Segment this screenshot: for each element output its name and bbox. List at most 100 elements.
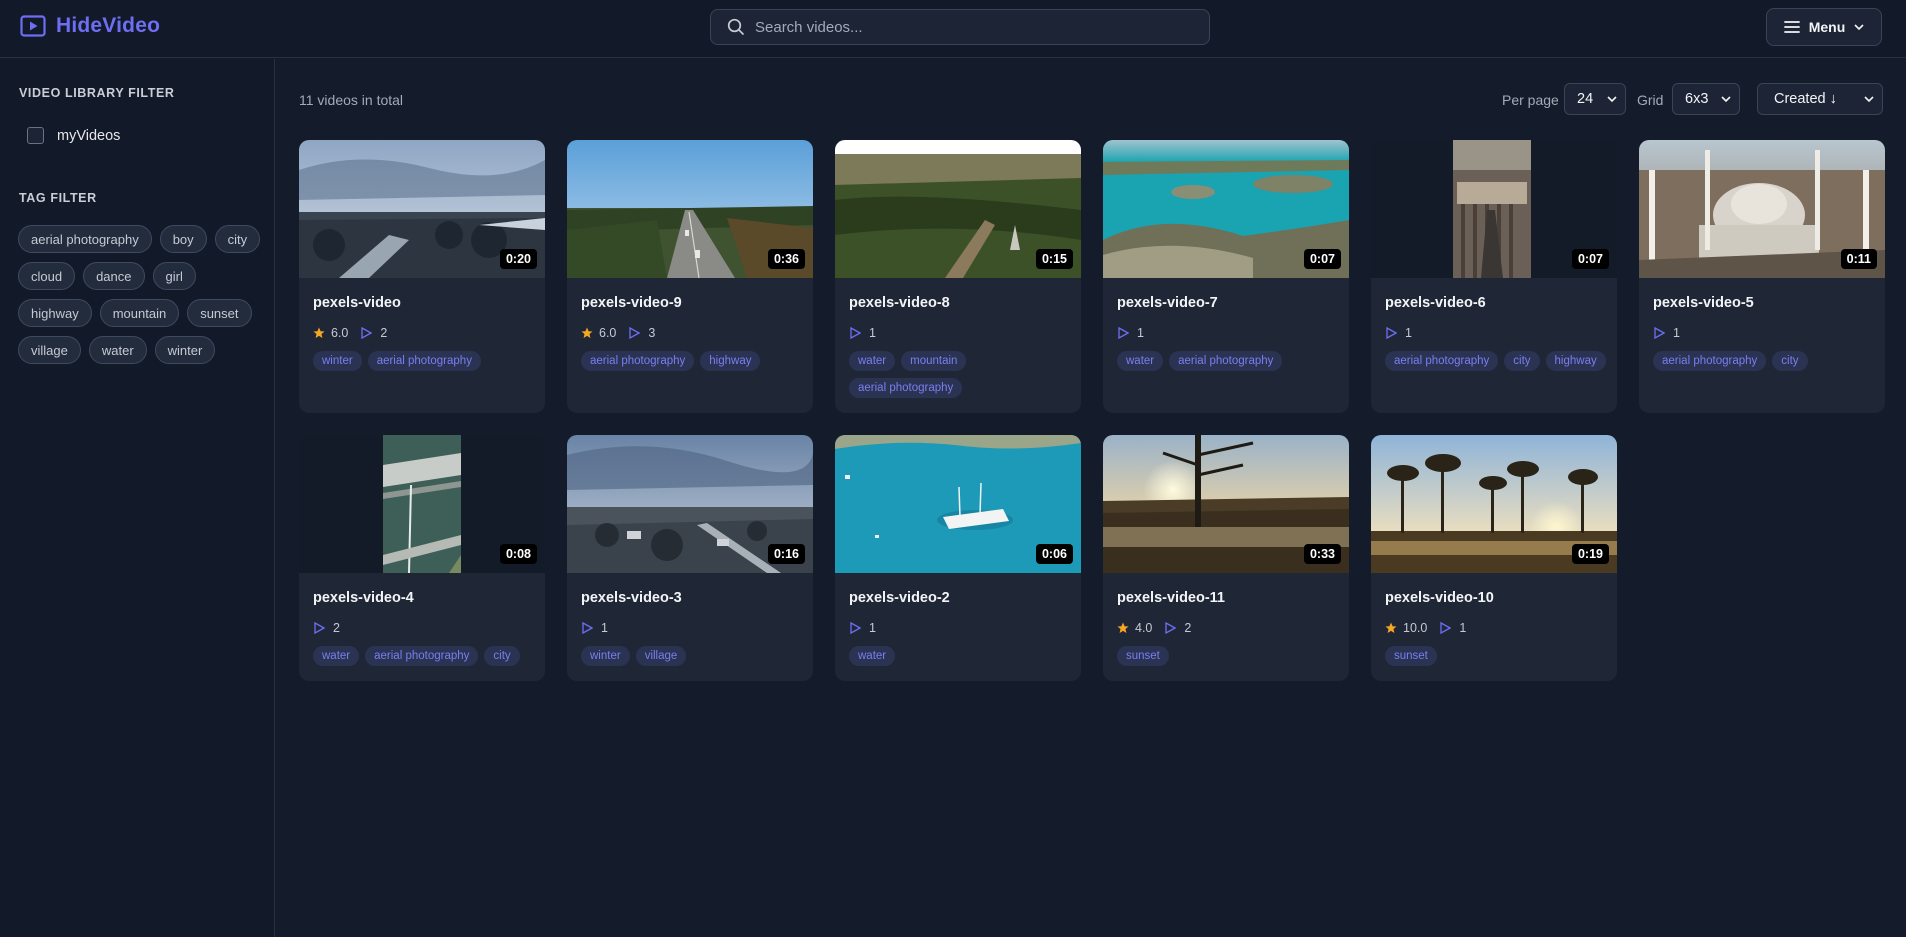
video-thumbnail[interactable]: 0:16 [567, 435, 813, 573]
video-tags: water [849, 646, 1071, 666]
video-tag[interactable]: highway [1545, 351, 1606, 371]
play-icon [314, 622, 325, 634]
per-page-select[interactable]: 24 [1564, 83, 1626, 115]
menu-label: Menu [1808, 19, 1846, 35]
grid-select[interactable]: 6x3 [1672, 83, 1740, 115]
video-tag[interactable]: winter [313, 351, 362, 371]
video-tag[interactable]: aerial photography [1169, 351, 1283, 371]
video-tag[interactable]: water [849, 646, 896, 666]
play-icon [850, 327, 861, 339]
play-count-value: 1 [1459, 621, 1467, 635]
video-tag[interactable]: village [635, 646, 687, 666]
tag-chip-girl[interactable]: girl [152, 262, 196, 290]
video-card[interactable]: 0:16 pexels-video-3 1 winter village [567, 435, 813, 681]
video-tag[interactable]: aerial photography [365, 646, 479, 666]
video-thumbnail[interactable]: 0:20 [299, 140, 545, 278]
video-title[interactable]: pexels-video-11 [1117, 590, 1225, 606]
play-icon [1165, 622, 1177, 634]
tag-chip-water[interactable]: water [88, 336, 147, 364]
chevron-down-icon [1607, 96, 1617, 103]
app-logo[interactable]: HideVideo [20, 14, 160, 38]
my-videos-filter[interactable]: myVideos [27, 127, 120, 144]
play-count: 1 [1439, 621, 1466, 635]
video-thumbnail[interactable]: 0:33 [1103, 435, 1349, 573]
video-duration: 0:07 [1571, 249, 1609, 269]
video-thumbnail[interactable]: 0:19 [1371, 435, 1617, 573]
video-title[interactable]: pexels-video-2 [849, 590, 950, 606]
video-card[interactable]: 0:36 pexels-video-9 6.0 3 aerial photogr… [567, 140, 813, 413]
video-tag[interactable]: sunset [1117, 646, 1169, 666]
video-title[interactable]: pexels-video [313, 295, 401, 311]
play-icon [361, 327, 373, 339]
video-title[interactable]: pexels-video-5 [1653, 295, 1754, 311]
video-tag[interactable]: highway [700, 351, 761, 371]
video-card[interactable]: 0:33 pexels-video-11 4.0 2 sunset [1103, 435, 1349, 681]
video-thumbnail[interactable]: 0:06 [835, 435, 1081, 573]
video-tag[interactable]: winter [581, 646, 630, 666]
tag-chip-cloud[interactable]: cloud [18, 262, 76, 290]
video-thumbnail[interactable]: 0:07 [1103, 140, 1349, 278]
video-card[interactable]: 0:07 pexels-video-6 1 aerial photography… [1371, 140, 1617, 413]
chevron-down-icon [1864, 96, 1874, 103]
video-card[interactable]: 0:11 pexels-video-5 1 aerial photography… [1639, 140, 1885, 413]
video-duration: 0:16 [767, 544, 805, 564]
video-card[interactable]: 0:07 pexels-video-7 1 water aerial photo… [1103, 140, 1349, 413]
video-thumbnail[interactable]: 0:08 [299, 435, 545, 573]
tag-filter-title: TAG FILTER [19, 191, 97, 205]
video-tags: aerial photography city [1653, 351, 1875, 371]
play-icon [1654, 327, 1665, 339]
video-thumbnail[interactable]: 0:07 [1371, 140, 1617, 278]
tag-chip-aerial-photography[interactable]: aerial photography [18, 225, 152, 253]
video-tag[interactable]: mountain [901, 351, 967, 371]
video-title[interactable]: pexels-video-7 [1117, 295, 1218, 311]
video-tag[interactable]: aerial photography [581, 351, 695, 371]
video-card[interactable]: 0:19 pexels-video-10 10.0 1 sunset [1371, 435, 1617, 681]
video-rating: 6.0 [331, 326, 349, 340]
video-tag[interactable]: city [1772, 351, 1808, 371]
video-title[interactable]: pexels-video-10 [1385, 590, 1494, 606]
video-card[interactable]: 0:15 pexels-video-8 1 water mountain aer… [835, 140, 1081, 413]
video-title[interactable]: pexels-video-8 [849, 295, 950, 311]
video-thumbnail[interactable]: 0:15 [835, 140, 1081, 278]
video-tag[interactable]: aerial photography [1385, 351, 1499, 371]
video-title[interactable]: pexels-video-4 [313, 590, 414, 606]
tag-chip-mountain[interactable]: mountain [99, 299, 180, 327]
menu-button[interactable]: Menu [1766, 8, 1882, 46]
sort-select[interactable]: Created ↓ [1757, 83, 1883, 115]
video-tag[interactable]: aerial photography [1653, 351, 1767, 371]
video-meta: 1 [1653, 326, 1680, 340]
video-tag[interactable]: aerial photography [849, 378, 963, 398]
search-input[interactable] [755, 18, 1195, 36]
video-tag[interactable]: aerial photography [367, 351, 481, 371]
tag-chip-city[interactable]: city [214, 225, 261, 253]
play-count: 2 [1164, 621, 1191, 635]
video-card[interactable]: 0:20 pexels-video 6.0 2 winter aerial ph… [299, 140, 545, 413]
video-tag[interactable]: water [1117, 351, 1164, 371]
video-thumbnail[interactable]: 0:11 [1639, 140, 1885, 278]
video-card[interactable]: 0:08 pexels-video-4 2 water aerial photo… [299, 435, 545, 681]
play-count: 2 [313, 621, 340, 635]
tag-chip-village[interactable]: village [18, 336, 81, 364]
video-tag[interactable]: water [313, 646, 360, 666]
tag-chip-highway[interactable]: highway [18, 299, 92, 327]
search-box[interactable] [710, 9, 1210, 45]
tag-chip-winter[interactable]: winter [154, 336, 216, 364]
my-videos-checkbox[interactable] [27, 127, 44, 144]
video-meta: 6.0 2 [313, 326, 387, 340]
video-tag[interactable]: city [484, 646, 520, 666]
video-title[interactable]: pexels-video-6 [1385, 295, 1486, 311]
tag-chip-dance[interactable]: dance [83, 262, 145, 290]
video-title[interactable]: pexels-video-9 [581, 295, 682, 311]
search-icon [727, 18, 744, 35]
tag-chip-sunset[interactable]: sunset [187, 299, 252, 327]
tag-chip-boy[interactable]: boy [159, 225, 207, 253]
chevron-down-icon [1854, 24, 1864, 31]
video-thumbnail[interactable]: 0:36 [567, 140, 813, 278]
play-count: 1 [849, 621, 876, 635]
video-tag[interactable]: sunset [1385, 646, 1437, 666]
video-tag[interactable]: city [1504, 351, 1540, 371]
video-card[interactable]: 0:06 pexels-video-2 1 water [835, 435, 1081, 681]
video-tags: water mountain aerial photography [849, 351, 1071, 398]
video-title[interactable]: pexels-video-3 [581, 590, 682, 606]
video-tag[interactable]: water [849, 351, 896, 371]
